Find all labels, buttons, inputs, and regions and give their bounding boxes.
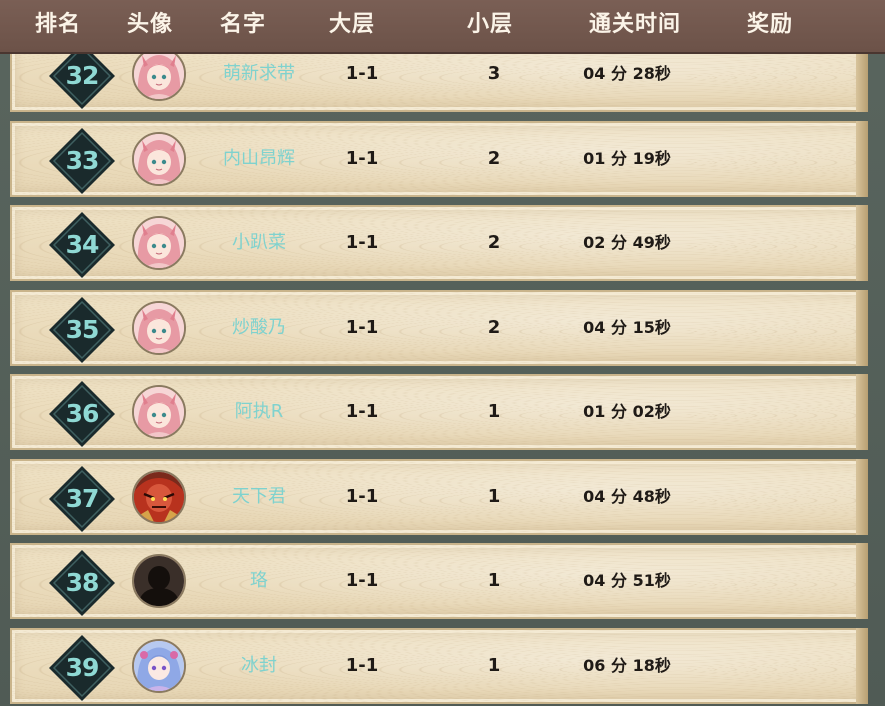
major-floor-value: 1-1 [345,401,379,422]
header-minor-floor: 小层 [466,12,513,37]
rank-badge: 33 [48,127,116,195]
player-name: 珞 [250,570,268,591]
clear-time-value: 06 分 18秒 [583,655,671,675]
rank-badge: 37 [48,465,116,533]
clear-time-value: 01 分 19秒 [583,148,671,168]
header-avatar: 头像 [126,12,173,37]
major-floor-value: 1-1 [345,654,379,676]
table-header: 排名 头像 名字 大层 小层 通关时间 奖励 [0,0,885,54]
table-row[interactable]: 33 内山昂辉 1-1 2 01 分 19秒 [10,120,868,197]
header-rank: 排名 [34,12,81,37]
clear-time-value: 01 分 02秒 [583,402,671,421]
table-row[interactable]: 37 天下君 1-1 1 04 分 48秒 [10,458,868,535]
rank-number: 35 [65,314,100,344]
player-name: 炒酸乃 [232,316,286,338]
minor-floor-value: 2 [487,316,501,338]
red-warrior-avatar[interactable] [132,469,186,524]
major-floor-value: 1-1 [345,316,379,338]
rank-number: 34 [65,230,100,259]
pink-hair-girl-avatar[interactable] [132,300,186,355]
blue-hair-girl-avatar[interactable] [132,638,186,693]
rank-badge: 36 [48,380,116,448]
minor-floor-value: 2 [487,147,501,169]
ranking-list[interactable]: 32 萌新求带 1-1 3 04 分 28秒 33 内山昂辉 1-1 2 01 分 19秒 34 小趴… [0,0,885,706]
major-floor-value: 1-1 [345,570,379,591]
major-floor-value: 1-1 [345,232,379,253]
rank-number: 33 [65,145,100,175]
clear-time-value: 04 分 48秒 [583,486,671,506]
table-row[interactable]: 36 阿执R 1-1 1 01 分 02秒 [10,374,868,450]
rank-badge: 38 [48,549,116,617]
rank-badge: 35 [48,296,116,364]
shadow-silhouette-avatar[interactable] [132,554,186,608]
minor-floor-value: 1 [487,654,501,676]
major-floor-value: 1-1 [345,485,379,507]
pink-hair-girl-avatar[interactable] [132,216,186,270]
pink-hair-girl-avatar[interactable] [132,385,186,439]
clear-time-value: 04 分 51秒 [583,571,671,590]
player-name: 天下君 [232,485,286,507]
player-name: 内山昂辉 [223,147,295,169]
clear-time-value: 02 分 49秒 [583,233,671,252]
header-reward: 奖励 [746,12,793,37]
clear-time-value: 04 分 15秒 [583,317,671,337]
pink-hair-girl-avatar[interactable] [132,47,186,101]
rank-badge: 34 [48,211,116,279]
table-row[interactable]: 39 冰封 1-1 1 06 分 18秒 [10,627,868,704]
minor-floor-value: 2 [487,232,501,253]
rank-number: 37 [65,483,100,513]
pink-hair-girl-avatar[interactable] [132,131,186,186]
minor-floor-value: 1 [487,401,501,422]
header-name: 名字 [219,12,266,37]
player-name: 小趴菜 [232,232,286,253]
rank-number: 36 [65,399,100,428]
player-name: 冰封 [241,654,277,676]
table-row[interactable]: 34 小趴菜 1-1 2 02 分 49秒 [10,205,868,281]
rank-number: 39 [65,652,100,682]
rank-number: 38 [65,568,100,597]
table-row[interactable]: 35 炒酸乃 1-1 2 04 分 15秒 [10,289,868,366]
header-major-floor: 大层 [328,12,375,37]
major-floor-value: 1-1 [345,147,379,169]
table-row[interactable]: 38 珞 1-1 1 04 分 51秒 [10,543,868,619]
player-name: 阿执R [234,401,284,422]
leaderboard-screen: 32 萌新求带 1-1 3 04 分 28秒 33 内山昂辉 1-1 2 01 分 19秒 34 小趴… [0,0,885,706]
header-clear-time: 通关时间 [588,12,681,37]
rank-badge: 39 [48,634,116,702]
minor-floor-value: 1 [487,485,501,507]
minor-floor-value: 1 [487,570,501,591]
